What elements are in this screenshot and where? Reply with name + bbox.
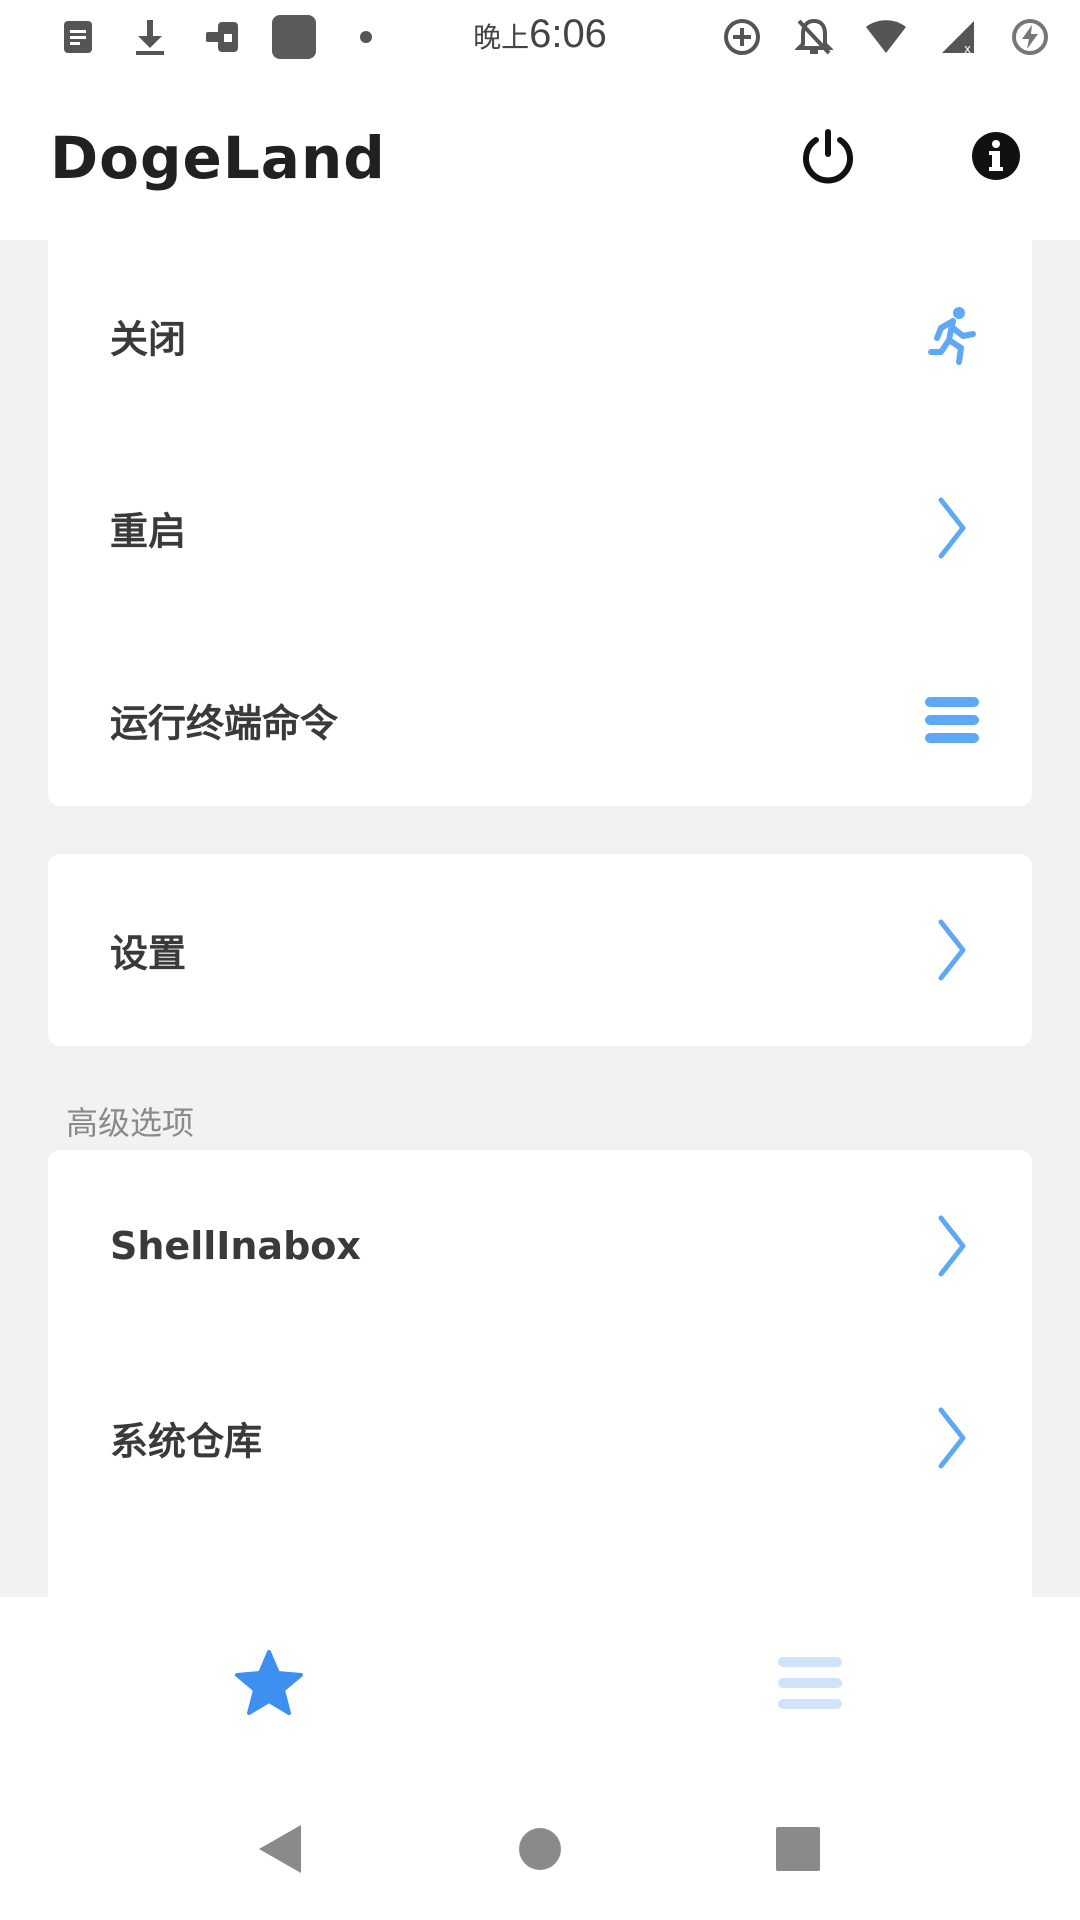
running-icon: [920, 301, 984, 371]
recents-icon: [775, 1826, 821, 1876]
list-item-label: 重启: [110, 509, 187, 554]
list-item-reboot[interactable]: 重启: [48, 432, 1032, 624]
list-item-shutdown[interactable]: 关闭: [48, 240, 1032, 432]
tab-menu[interactable]: [760, 1637, 860, 1733]
menu-icon: [778, 1653, 842, 1717]
bottom-navigation: [0, 1597, 1080, 1771]
list-item-settings[interactable]: 设置: [48, 854, 1032, 1046]
menu-lines-icon: [920, 685, 984, 755]
system-navigation-bar: [0, 1771, 1080, 1920]
list-item-label: 设置: [110, 931, 187, 976]
chevron-right-icon: [920, 1211, 984, 1281]
power-icon: [801, 128, 855, 188]
app-title: DogeLand: [50, 124, 386, 192]
chevron-right-icon: [920, 1403, 984, 1473]
wifi-icon: [864, 15, 908, 59]
list-item-shellinabox[interactable]: ShellInabox: [48, 1150, 1032, 1342]
list-item-label: 系统仓库: [110, 1419, 263, 1464]
back-button[interactable]: [244, 1815, 316, 1887]
back-icon: [255, 1822, 305, 1880]
advanced-options-card: ShellInabox 系统仓库: [48, 1150, 1032, 1597]
data-saver-icon: [720, 15, 764, 59]
battery-saver-icon: [1008, 15, 1052, 59]
home-icon: [518, 1827, 562, 1875]
info-icon: [971, 131, 1021, 185]
list-item-system-repository[interactable]: 系统仓库: [48, 1342, 1032, 1534]
star-icon: [234, 1649, 304, 1721]
list-item-label: 关闭: [110, 317, 187, 362]
svg-text:x: x: [964, 42, 971, 55]
power-actions-card: 关闭 重启 运行终端命令: [48, 240, 1032, 806]
section-header-advanced: 高级选项: [66, 1104, 195, 1142]
signal-icon: x: [936, 15, 980, 59]
list-item-label: 运行终端命令: [110, 701, 339, 746]
settings-card: 设置: [48, 854, 1032, 1046]
app-bar: DogeLand: [0, 76, 1080, 240]
home-button[interactable]: [504, 1815, 576, 1887]
tab-favorites[interactable]: [219, 1637, 319, 1733]
info-button[interactable]: [958, 120, 1034, 196]
list-item-run-terminal-command[interactable]: 运行终端命令: [48, 624, 1032, 816]
recents-button[interactable]: [762, 1815, 834, 1887]
bell-off-icon: [792, 15, 836, 59]
list-item-label: ShellInabox: [110, 1224, 361, 1268]
chevron-right-icon: [920, 915, 984, 985]
chevron-right-icon: [920, 493, 984, 563]
status-bar: 晚上6:06 x: [0, 0, 1080, 76]
power-button[interactable]: [790, 120, 866, 196]
